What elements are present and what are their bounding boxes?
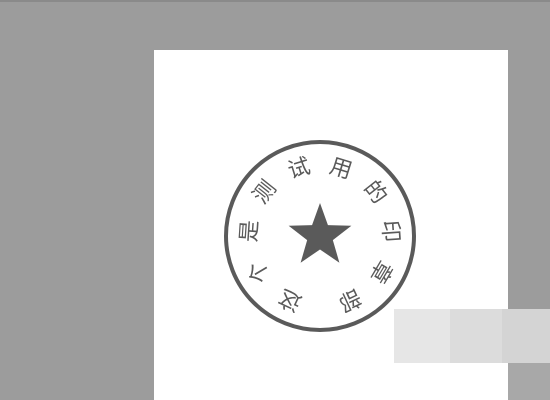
- seal-character: 用: [327, 154, 355, 184]
- seal-character: 的: [358, 176, 391, 209]
- seal-character: 个: [243, 256, 276, 288]
- seal-character: 试: [285, 154, 313, 184]
- overlay-panel: [394, 309, 550, 363]
- top-edge: [0, 0, 550, 2]
- seal-character: 是: [237, 219, 263, 243]
- seal-stamp-icon: 这个是测试 用的印章部: [224, 140, 416, 332]
- seal-character: 这: [275, 283, 306, 315]
- seal-star-icon: [288, 203, 352, 263]
- seal-character: 章: [364, 256, 397, 288]
- workspace-background: 这个是测试用的印章部: [0, 0, 550, 400]
- overlay-tile: [450, 309, 502, 363]
- overlay-tile: [394, 309, 450, 363]
- corner-gray-block: [508, 363, 550, 400]
- seal-character: 测: [248, 176, 281, 209]
- seal-character: 部: [334, 283, 365, 315]
- seal-character: 印: [377, 219, 403, 243]
- overlay-tile: [502, 309, 550, 363]
